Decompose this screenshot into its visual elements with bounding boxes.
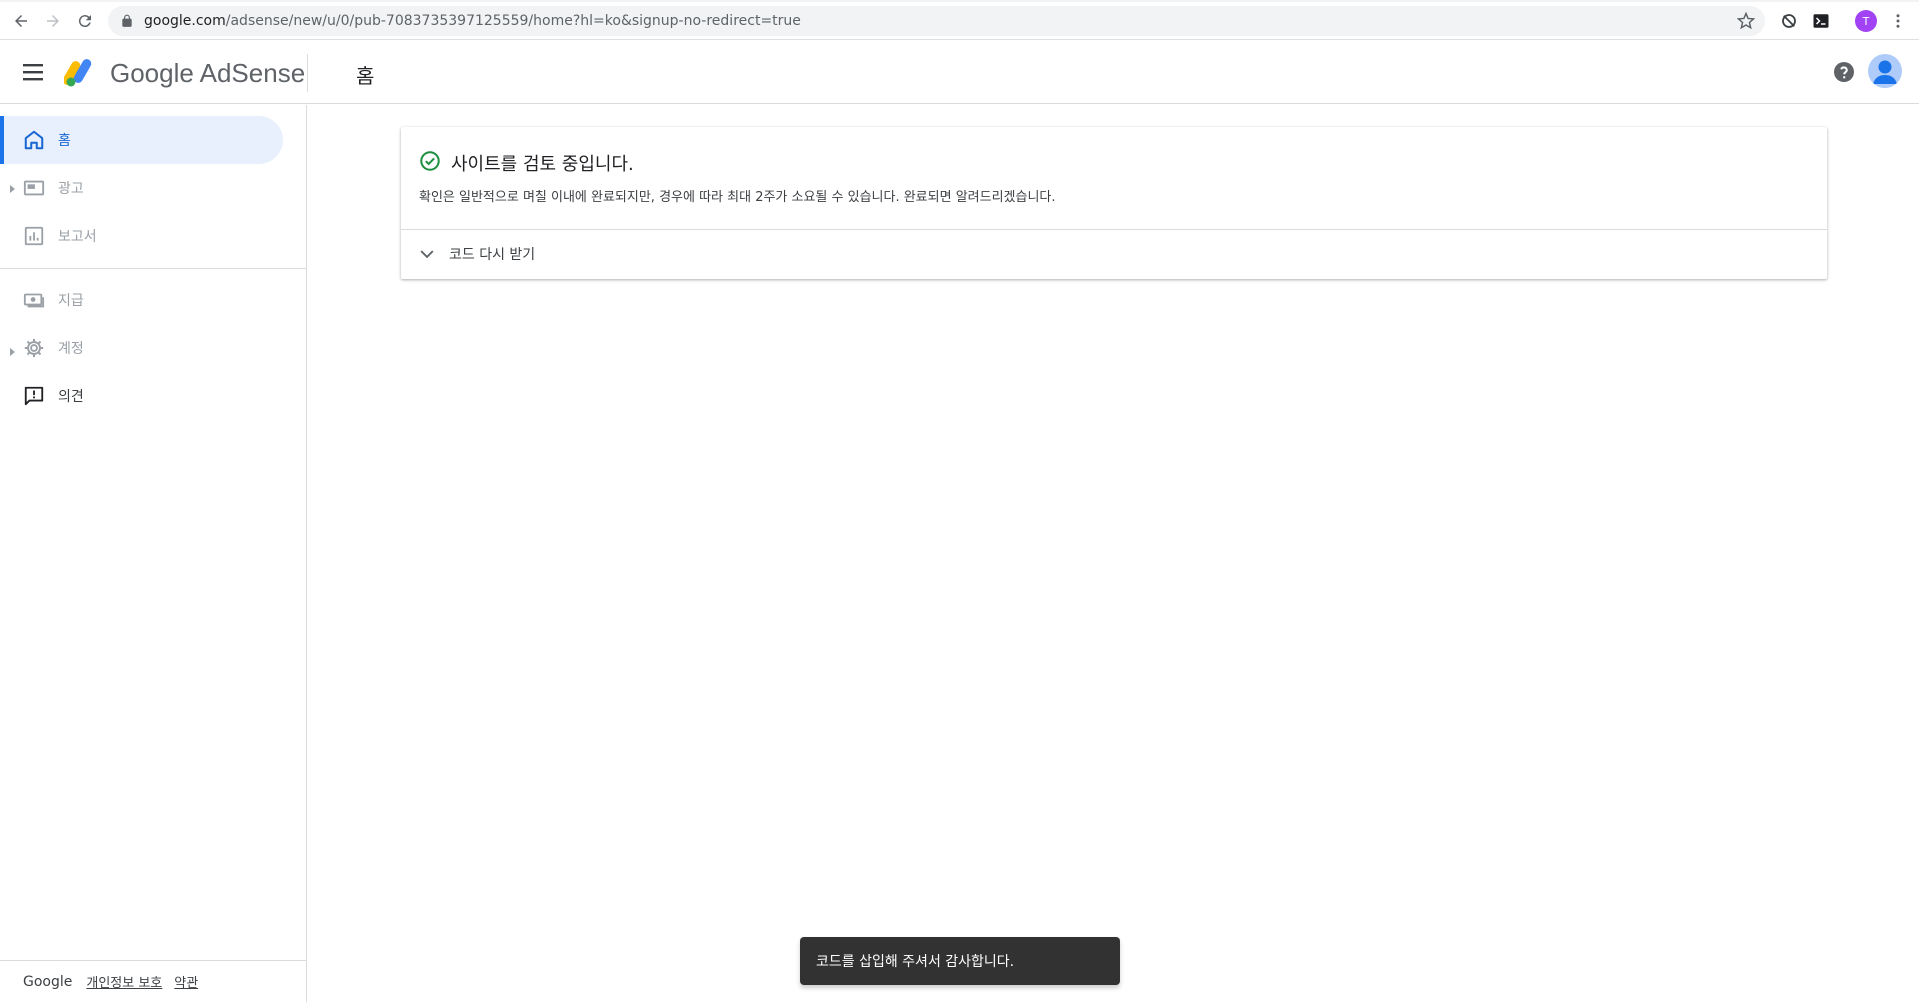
reload-icon xyxy=(78,15,91,28)
payments-icon xyxy=(22,288,46,312)
person-icon xyxy=(1873,60,1897,84)
terminal-icon xyxy=(1813,14,1829,28)
snackbar: 코드를 삽입해 주셔서 감사합니다. xyxy=(800,937,1120,985)
feedback-icon xyxy=(22,384,46,408)
adsense-logo-icon xyxy=(64,59,92,87)
sidebar-item-account[interactable]: 계정 xyxy=(0,324,283,372)
card-title: 사이트를 검토 중입니다. xyxy=(451,154,634,175)
hamburger-icon xyxy=(23,64,43,81)
reports-icon xyxy=(22,224,46,248)
extension-block-icon xyxy=(1782,14,1796,28)
extension-button[interactable] xyxy=(1778,10,1800,32)
brand-name: Google AdSense xyxy=(110,58,306,88)
back-button[interactable] xyxy=(8,8,34,34)
sidebar-item-label: 계정 xyxy=(58,341,84,357)
browser-profile-avatar[interactable]: T xyxy=(1855,10,1877,32)
sidebar-footer: Google 개인정보 보호 약관 xyxy=(0,960,306,1002)
chevron-down-icon xyxy=(420,250,434,259)
sidebar-item-reports[interactable]: 보고서 xyxy=(0,212,283,260)
app-header: Google AdSense 홈 xyxy=(0,40,1919,104)
sidebar-item-feedback[interactable]: 의견 xyxy=(0,372,283,420)
arrow-right-icon xyxy=(47,15,59,27)
footer-google: Google xyxy=(23,973,73,990)
reload-button[interactable] xyxy=(72,8,98,34)
sidebar-item-ads[interactable]: 광고 xyxy=(0,164,283,212)
sidebar-item-label: 보고서 xyxy=(58,229,97,245)
terminal-extension-button[interactable] xyxy=(1810,10,1832,32)
url-host: google.com xyxy=(144,13,226,29)
sidebar-item-payments[interactable]: 지급 xyxy=(0,276,283,324)
expander-label: 코드 다시 받기 xyxy=(449,247,536,263)
bookmark-star-icon[interactable] xyxy=(1737,12,1755,30)
header-divider xyxy=(307,54,308,92)
ads-icon xyxy=(22,176,46,200)
address-bar[interactable]: google.com/adsense/new/u/0/pub-708373539… xyxy=(108,6,1765,36)
sidebar-divider xyxy=(0,268,306,269)
help-icon[interactable] xyxy=(1832,60,1856,84)
more-vert-icon xyxy=(1896,14,1900,28)
get-code-again-expander[interactable]: 코드 다시 받기 xyxy=(417,241,535,267)
arrow-left-icon xyxy=(15,15,27,27)
page-title: 홈 xyxy=(356,64,375,88)
check-circle-icon xyxy=(420,151,440,171)
browser-menu-button[interactable] xyxy=(1887,10,1909,32)
home-icon xyxy=(22,128,46,152)
sidebar-item-label: 홈 xyxy=(58,133,71,149)
site-review-card: 사이트를 검토 중입니다. 확인은 일반적으로 며칠 이내에 완료되지만, 경우… xyxy=(401,127,1827,279)
sidebar-item-label: 의견 xyxy=(58,389,84,405)
forward-button[interactable] xyxy=(40,8,66,34)
browser-toolbar: google.com/adsense/new/u/0/pub-708373539… xyxy=(0,0,1919,40)
card-description: 확인은 일반적으로 며칠 이내에 완료되지만, 경우에 따라 최대 2주가 소요… xyxy=(419,190,1056,205)
main-menu-button[interactable] xyxy=(20,60,48,84)
sidebar-item-label: 광고 xyxy=(58,181,84,197)
lock-icon xyxy=(122,14,132,27)
snackbar-message: 코드를 삽입해 주셔서 감사합니다. xyxy=(816,954,1015,970)
account-avatar[interactable] xyxy=(1868,54,1902,88)
terms-link[interactable]: 약관 xyxy=(174,972,198,991)
gear-icon xyxy=(22,336,46,360)
sidebar-nav: 홈 광고 보고서 지급 계정 의견 Google 개인정보 보호 약관 xyxy=(0,105,307,1002)
tab-strip xyxy=(0,0,1919,2)
sidebar-item-label: 지급 xyxy=(58,293,84,309)
url-path: /adsense/new/u/0/pub-7083735397125559/ho… xyxy=(225,13,801,29)
sidebar-item-home[interactable]: 홈 xyxy=(0,116,283,164)
privacy-link[interactable]: 개인정보 보호 xyxy=(86,972,162,991)
card-header: 사이트를 검토 중입니다. 확인은 일반적으로 며칠 이내에 완료되지만, 경우… xyxy=(401,127,1827,230)
